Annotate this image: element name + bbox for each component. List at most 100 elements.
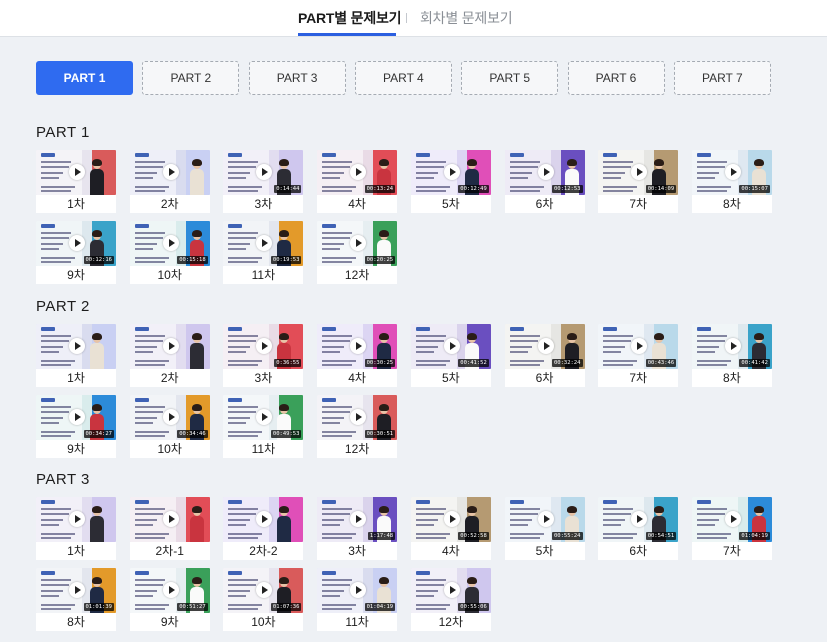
- video-thumbnail[interactable]: 00:12:49: [410, 150, 491, 195]
- video-card[interactable]: 00:12:49 5차: [410, 150, 491, 213]
- video-card[interactable]: 2차-1: [129, 497, 210, 560]
- video-thumbnail[interactable]: [129, 150, 210, 195]
- video-card[interactable]: 1차: [36, 150, 116, 213]
- video-thumbnail[interactable]: 00:15:18: [129, 221, 210, 266]
- video-card[interactable]: 00:30:51 12차: [317, 395, 398, 458]
- tab-part-view[interactable]: PART별 문제보기: [298, 8, 402, 28]
- video-thumbnail[interactable]: 00:19:53: [223, 221, 304, 266]
- video-thumbnail[interactable]: 0:14:44: [223, 150, 304, 195]
- video-card[interactable]: 2차-2: [223, 497, 304, 560]
- tab-round-view[interactable]: 회차별 문제보기: [420, 8, 513, 28]
- play-icon[interactable]: [537, 164, 554, 180]
- video-thumbnail[interactable]: 00:43:46: [598, 324, 679, 369]
- video-card[interactable]: 00:19:53 11차: [223, 221, 304, 284]
- video-card[interactable]: 00:12:16 9차: [36, 221, 116, 284]
- video-thumbnail[interactable]: 01:01:39: [36, 568, 116, 613]
- play-icon[interactable]: [350, 409, 367, 425]
- video-thumbnail[interactable]: 00:34:27: [36, 395, 116, 440]
- video-card[interactable]: 00:34:27 9차: [36, 395, 116, 458]
- part-button-5[interactable]: PART 5: [461, 61, 559, 95]
- video-card[interactable]: 00:32:24 6차: [504, 324, 585, 387]
- video-card[interactable]: 01:01:39 8차: [36, 568, 116, 631]
- video-card[interactable]: 0:14:44 3차: [223, 150, 304, 213]
- play-icon[interactable]: [162, 409, 179, 425]
- video-card[interactable]: 00:43:46 7차: [598, 324, 679, 387]
- part-button-1[interactable]: PART 1: [36, 61, 133, 95]
- video-card[interactable]: 0:36:55 3차: [223, 324, 304, 387]
- video-card[interactable]: 00:51:27 9차: [129, 568, 210, 631]
- video-card[interactable]: 01:07:36 10차: [223, 568, 304, 631]
- play-icon[interactable]: [350, 582, 367, 598]
- video-card[interactable]: 00:12:53 6차: [504, 150, 585, 213]
- play-icon[interactable]: [350, 164, 367, 180]
- video-card[interactable]: 00:14:09 7차: [598, 150, 679, 213]
- play-icon[interactable]: [69, 235, 85, 251]
- video-card[interactable]: 1:17:48 3차: [317, 497, 398, 560]
- video-card[interactable]: 00:20:25 12차: [317, 221, 398, 284]
- play-icon[interactable]: [537, 511, 554, 527]
- video-thumbnail[interactable]: 00:49:53: [223, 395, 304, 440]
- play-icon[interactable]: [69, 164, 85, 180]
- video-card[interactable]: 1차: [36, 497, 116, 560]
- video-card[interactable]: 00:54:51 6차: [598, 497, 679, 560]
- video-thumbnail[interactable]: 01:04:19: [691, 497, 772, 542]
- play-icon[interactable]: [443, 582, 460, 598]
- video-card[interactable]: 00:52:58 4차: [410, 497, 491, 560]
- video-thumbnail[interactable]: 00:12:16: [36, 221, 116, 266]
- play-icon[interactable]: [724, 338, 741, 354]
- video-thumbnail[interactable]: 00:32:24: [504, 324, 585, 369]
- video-thumbnail[interactable]: 01:07:36: [223, 568, 304, 613]
- play-icon[interactable]: [537, 338, 554, 354]
- video-thumbnail[interactable]: [36, 324, 116, 369]
- play-icon[interactable]: [443, 511, 460, 527]
- video-card[interactable]: 00:13:24 4차: [317, 150, 398, 213]
- play-icon[interactable]: [162, 582, 179, 598]
- play-icon[interactable]: [69, 409, 85, 425]
- video-thumbnail[interactable]: 00:41:52: [410, 324, 491, 369]
- video-thumbnail[interactable]: 00:20:25: [317, 221, 398, 266]
- play-icon[interactable]: [443, 164, 460, 180]
- video-card[interactable]: 00:15:07 8차: [691, 150, 772, 213]
- video-thumbnail[interactable]: 00:51:27: [129, 568, 210, 613]
- play-icon[interactable]: [350, 338, 367, 354]
- video-thumbnail[interactable]: 00:13:24: [317, 150, 398, 195]
- video-thumbnail[interactable]: 0:36:55: [223, 324, 304, 369]
- play-icon[interactable]: [162, 164, 179, 180]
- video-thumbnail[interactable]: [36, 150, 116, 195]
- video-thumbnail[interactable]: 1:17:48: [317, 497, 398, 542]
- play-icon[interactable]: [350, 235, 367, 251]
- video-thumbnail[interactable]: 01:04:19: [317, 568, 398, 613]
- video-card[interactable]: 00:55:06 12차: [410, 568, 491, 631]
- video-card[interactable]: 00:41:42 8차: [691, 324, 772, 387]
- part-button-3[interactable]: PART 3: [248, 61, 346, 95]
- video-thumbnail[interactable]: 00:41:42: [691, 324, 772, 369]
- video-card[interactable]: 1차: [36, 324, 116, 387]
- video-thumbnail[interactable]: 00:14:09: [598, 150, 679, 195]
- video-thumbnail[interactable]: 00:30:51: [317, 395, 398, 440]
- video-thumbnail[interactable]: 00:55:06: [410, 568, 491, 613]
- video-thumbnail[interactable]: [129, 497, 210, 542]
- video-card[interactable]: 00:55:24 5차: [504, 497, 585, 560]
- video-thumbnail[interactable]: 00:34:46: [129, 395, 210, 440]
- play-icon[interactable]: [724, 164, 741, 180]
- part-button-7[interactable]: PART 7: [673, 61, 771, 95]
- play-icon[interactable]: [162, 235, 179, 251]
- video-card[interactable]: 00:30:25 4차: [317, 324, 398, 387]
- play-icon[interactable]: [162, 338, 179, 354]
- part-button-6[interactable]: PART 6: [567, 61, 665, 95]
- video-card[interactable]: 00:15:18 10차: [129, 221, 210, 284]
- video-card[interactable]: 00:49:53 11차: [223, 395, 304, 458]
- video-thumbnail[interactable]: [36, 497, 116, 542]
- video-thumbnail[interactable]: 00:12:53: [504, 150, 585, 195]
- video-card[interactable]: 00:34:46 10차: [129, 395, 210, 458]
- part-button-4[interactable]: PART 4: [354, 61, 452, 95]
- play-icon[interactable]: [69, 582, 85, 598]
- video-thumbnail[interactable]: [129, 324, 210, 369]
- play-icon[interactable]: [69, 511, 85, 527]
- play-icon[interactable]: [69, 338, 85, 354]
- video-card[interactable]: 01:04:19 11차: [317, 568, 398, 631]
- video-thumbnail[interactable]: 00:30:25: [317, 324, 398, 369]
- play-icon[interactable]: [162, 511, 179, 527]
- video-card[interactable]: 2차: [129, 150, 210, 213]
- video-card[interactable]: 00:41:52 5차: [410, 324, 491, 387]
